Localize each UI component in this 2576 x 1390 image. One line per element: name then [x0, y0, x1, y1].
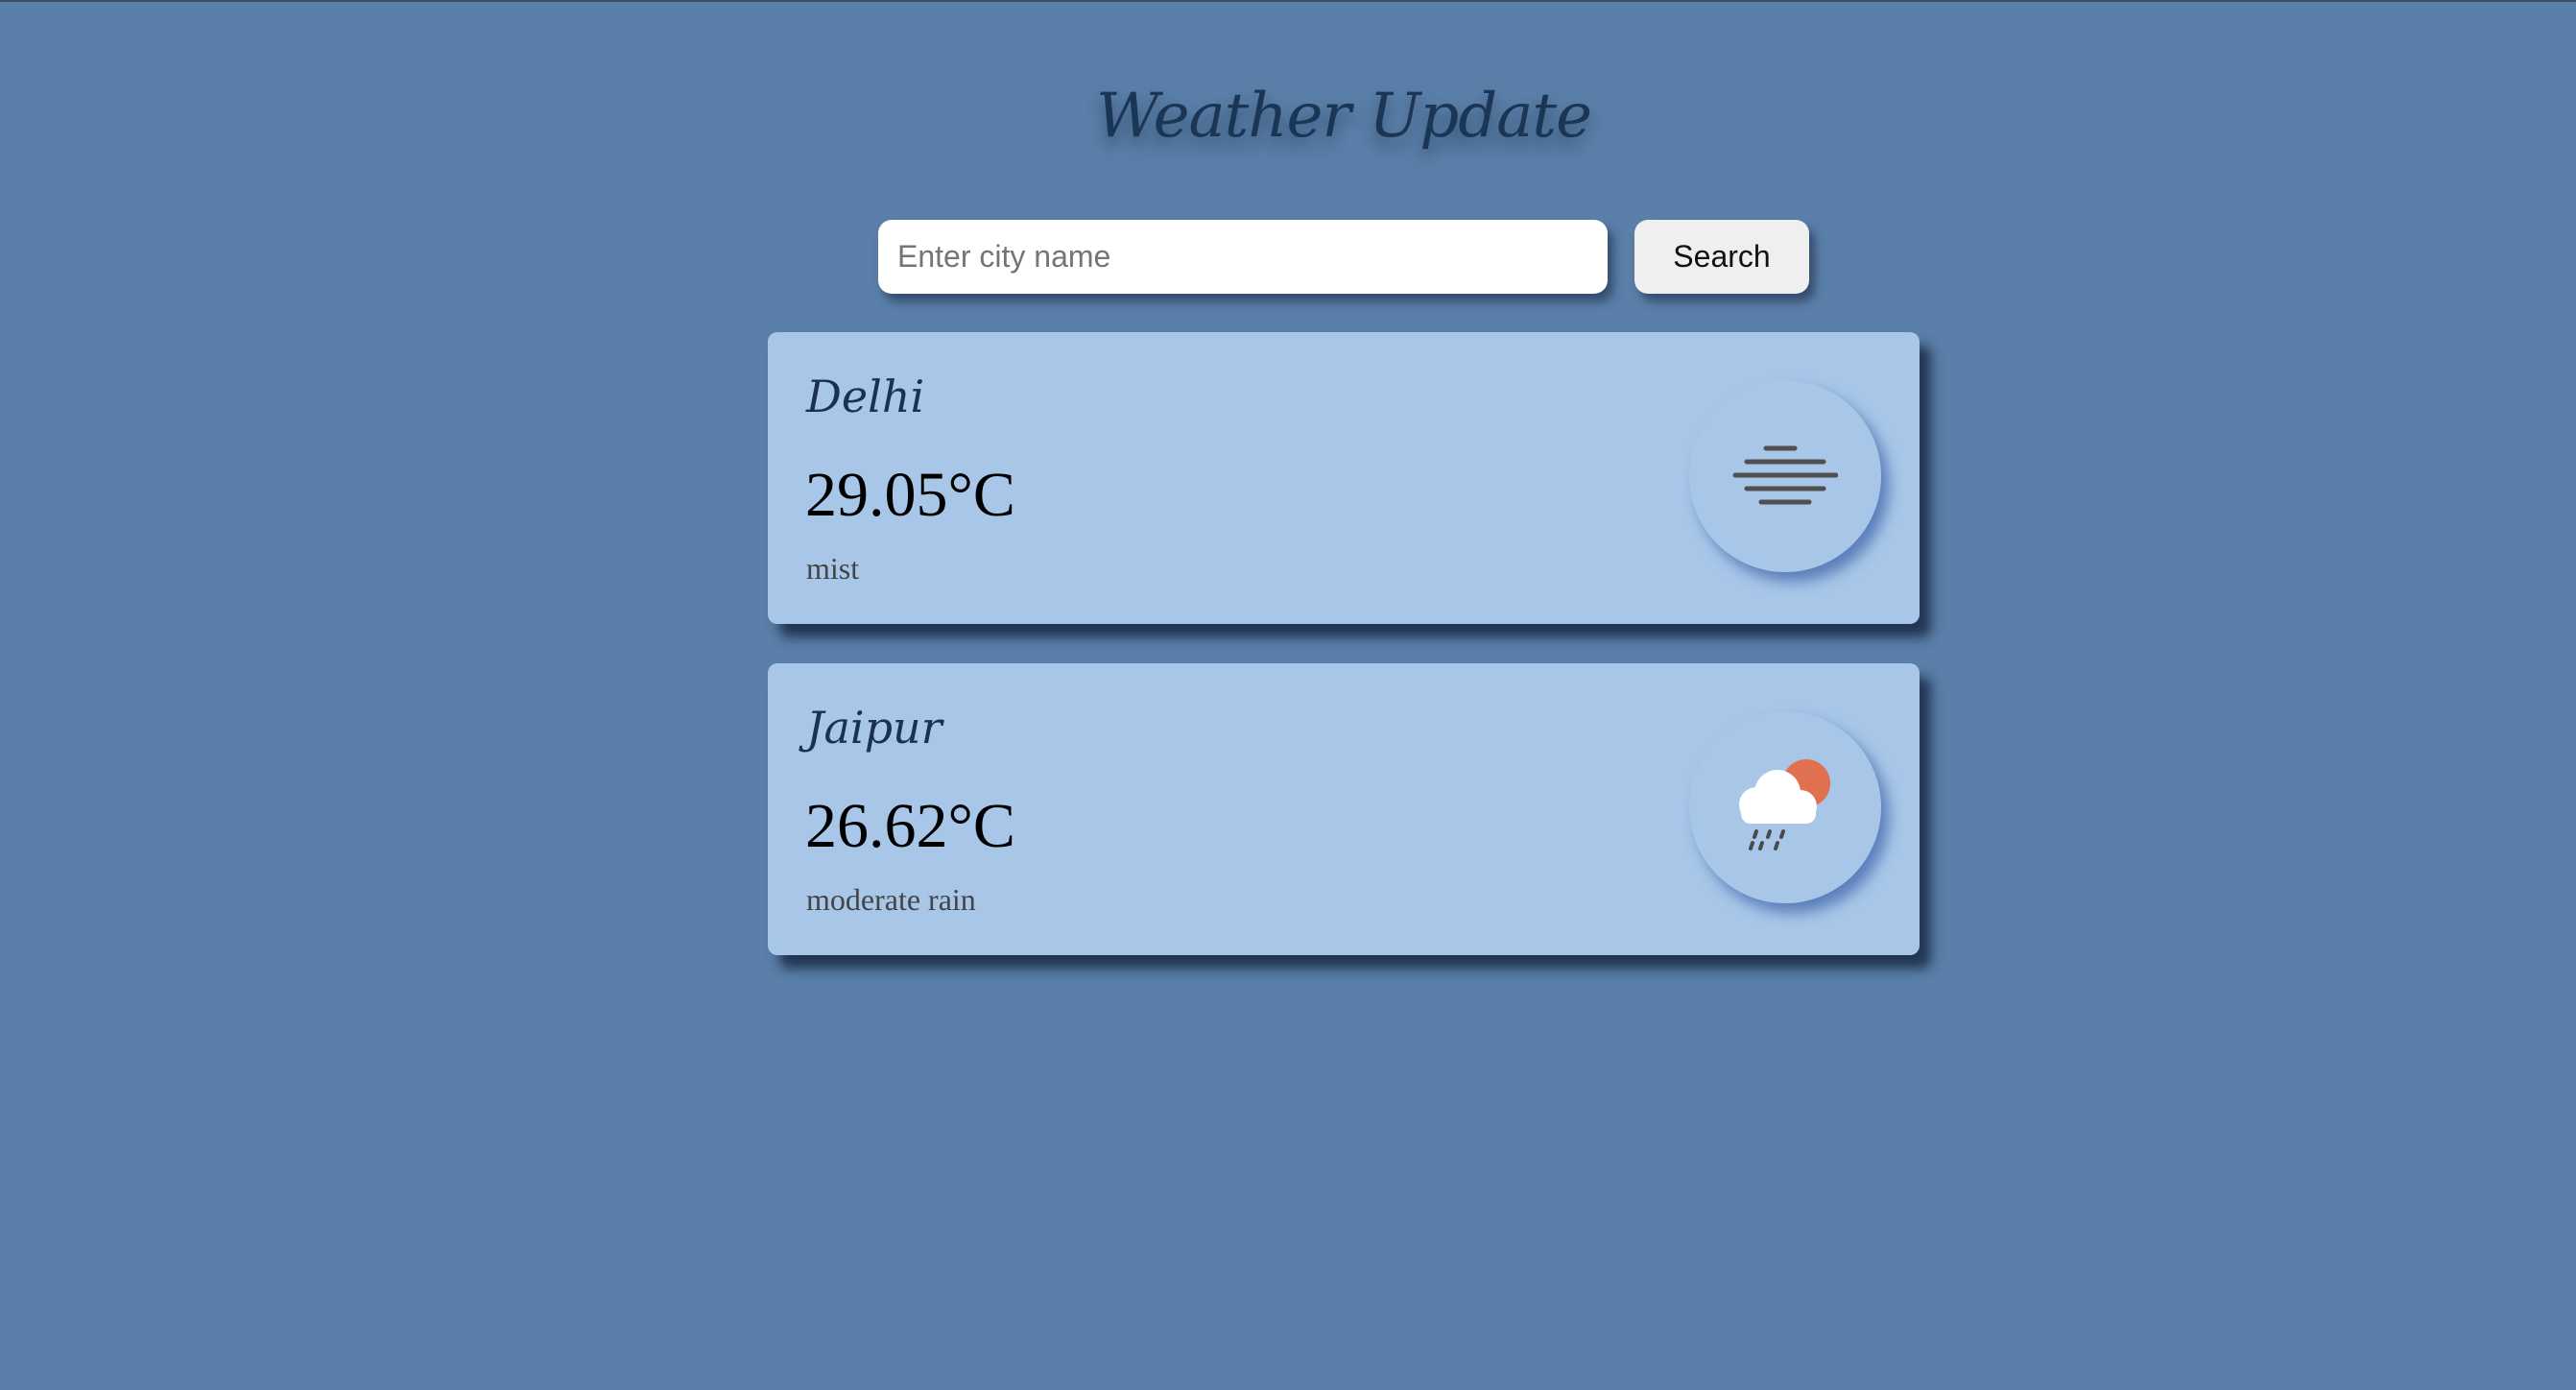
weather-description: mist: [806, 551, 860, 586]
weather-card: Jaipur 26.62°C moderate rain: [768, 663, 1920, 955]
city-name: Jaipur: [806, 702, 942, 754]
page-title: Weather Update: [1096, 81, 1592, 152]
rain-sun-cloud-icon: [1739, 759, 1830, 851]
temperature: 29.05°C: [805, 460, 1015, 530]
mist-icon: [1732, 445, 1838, 505]
search-button[interactable]: Search: [1634, 220, 1809, 294]
temperature: 26.62°C: [805, 791, 1015, 861]
weather-description: moderate rain: [806, 882, 976, 917]
weather-icon-container: [1689, 711, 1881, 903]
weather-card: Delhi 29.05°C mist: [768, 332, 1920, 624]
city-name: Delhi: [806, 371, 925, 422]
search-input[interactable]: [878, 220, 1608, 294]
weather-icon-container: [1689, 380, 1881, 572]
